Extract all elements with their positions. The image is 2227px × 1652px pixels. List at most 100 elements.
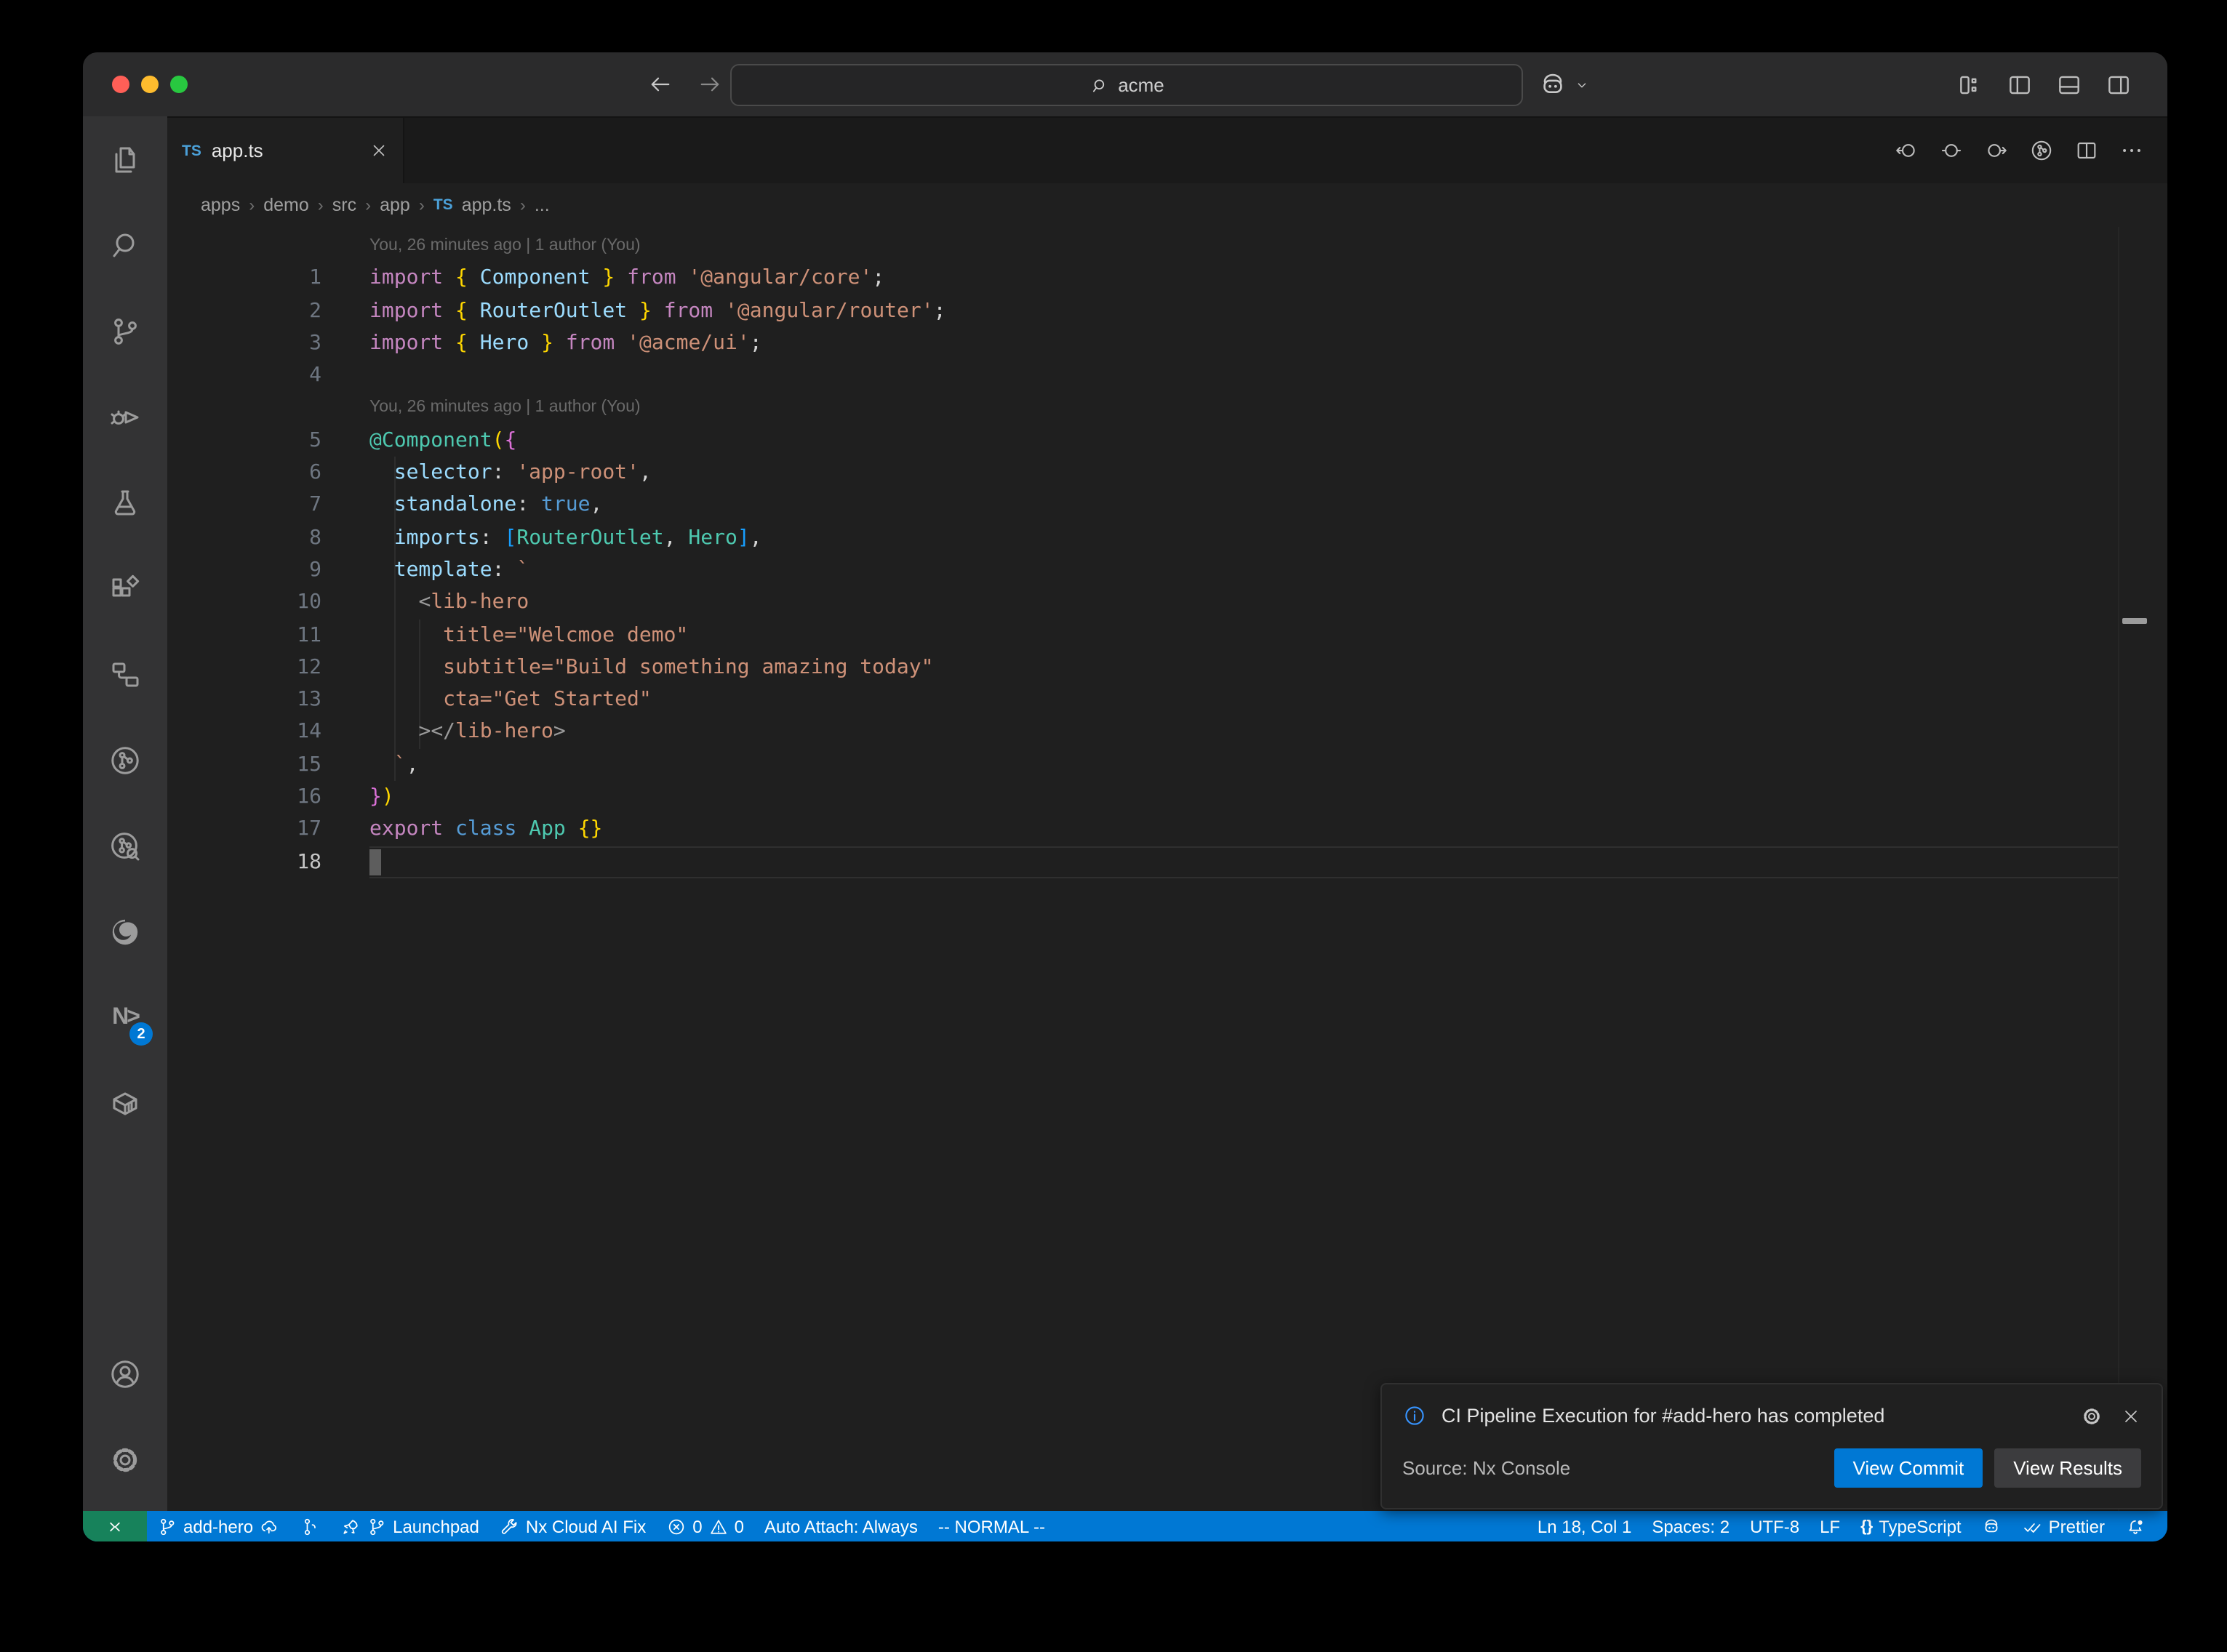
problems-status[interactable]: 00 xyxy=(656,1511,754,1541)
toggle-secondary-sidebar-button[interactable] xyxy=(2105,71,2132,98)
back-button[interactable] xyxy=(647,71,673,97)
breadcrumb-item-file[interactable]: app.ts xyxy=(462,195,511,215)
view-commit-button[interactable]: View Commit xyxy=(1834,1448,1983,1488)
indentation-status[interactable]: Spaces: 2 xyxy=(1642,1511,1740,1541)
line-number: 17 xyxy=(167,814,321,846)
code-line-18[interactable]: 18 xyxy=(167,846,2167,878)
language-status[interactable]: {}TypeScript xyxy=(1850,1511,1972,1541)
split-editor-button[interactable] xyxy=(2074,138,2099,163)
code-line-16[interactable]: 16}) xyxy=(167,781,2167,814)
code-line-12[interactable]: 12 subtitle="Build something amazing tod… xyxy=(167,651,2167,684)
code-line-1[interactable]: 1import { Component } from '@angular/cor… xyxy=(167,262,2167,295)
extensions-icon xyxy=(108,572,143,606)
activity-source-control[interactable] xyxy=(90,297,160,366)
encoding-status[interactable]: UTF-8 xyxy=(1740,1511,1810,1541)
gitlens-commit-graph-button[interactable] xyxy=(2029,138,2054,163)
line-number: 7 xyxy=(167,489,321,522)
activity-nx-console[interactable]: N>2 xyxy=(90,983,160,1053)
code-line-3[interactable]: 3import { Hero } from '@acme/ui'; xyxy=(167,327,2167,360)
command-center-search[interactable]: acme xyxy=(730,64,1523,106)
vim-mode-status[interactable]: -- NORMAL -- xyxy=(928,1511,1055,1541)
notification-close-icon[interactable] xyxy=(2121,1404,2141,1427)
code-line-14[interactable]: 14 ></lib-hero> xyxy=(167,716,2167,749)
gitlens-diff-next-button[interactable] xyxy=(1984,138,2009,163)
line-content: imports: [RouterOutlet, Hero], xyxy=(369,521,762,554)
code-line-7[interactable]: 7 standalone: true, xyxy=(167,489,2167,522)
code-line-11[interactable]: 11 title="Welcmoe demo" xyxy=(167,619,2167,651)
more-actions-button[interactable] xyxy=(2119,138,2144,163)
activity-settings[interactable] xyxy=(90,1425,160,1495)
line-number: 13 xyxy=(167,683,321,716)
activity-testing[interactable] xyxy=(90,468,160,538)
copilot-menu[interactable] xyxy=(1538,52,1590,116)
forward-button[interactable] xyxy=(697,71,723,97)
code-editor[interactable]: You, 26 minutes ago | 1 author (You)1imp… xyxy=(167,227,2167,1511)
activity-gitlens[interactable] xyxy=(90,726,160,795)
nx-cloud-ai-fix-status[interactable]: Nx Cloud AI Fix xyxy=(489,1511,656,1541)
overview-ruler[interactable] xyxy=(2118,227,2167,1511)
activity-search[interactable] xyxy=(90,211,160,281)
blame-annotation[interactable]: You, 26 minutes ago | 1 author (You) xyxy=(167,230,2167,262)
breadcrumb-item-apps[interactable]: apps xyxy=(201,195,240,215)
notification-settings-icon[interactable] xyxy=(2080,1404,2103,1427)
view-results-button[interactable]: View Results xyxy=(1994,1448,2141,1488)
line-content: export class App {} xyxy=(369,814,602,846)
gitlens-diff-previous-button[interactable] xyxy=(1894,138,1919,163)
remote-indicator[interactable] xyxy=(83,1511,147,1541)
activity-edge-devtools[interactable] xyxy=(90,897,160,967)
toggle-panel-button[interactable] xyxy=(2055,71,2083,98)
info-icon xyxy=(1402,1403,1427,1428)
code-line-9[interactable]: 9 template: ` xyxy=(167,554,2167,587)
tab-app-ts[interactable]: TS app.ts xyxy=(167,118,404,183)
activity-extensions[interactable] xyxy=(90,554,160,624)
breadcrumb-symbol-ellipsis[interactable]: ... xyxy=(535,195,550,215)
workbench: N>2 TS app.ts apps›demo›src›app›TSapp.ts… xyxy=(83,116,2167,1511)
prettier-status[interactable]: Prettier xyxy=(2012,1511,2115,1541)
breadcrumb-item-src[interactable]: src xyxy=(332,195,356,215)
launchpad-status[interactable]: Launchpad xyxy=(330,1511,489,1541)
toggle-primary-sidebar-button[interactable] xyxy=(2006,71,2034,98)
breadcrumb[interactable]: apps›demo›src›app›TSapp.ts›... xyxy=(167,183,2167,227)
activity-gitlens-inspect[interactable] xyxy=(90,811,160,881)
window-controls[interactable] xyxy=(112,76,188,93)
code-line-15[interactable]: 15 `, xyxy=(167,749,2167,782)
code-line-17[interactable]: 17 export class App {} xyxy=(167,814,2167,846)
command-center-text: acme xyxy=(1118,74,1164,96)
activity-bar: N>2 xyxy=(83,116,167,1511)
code-line-2[interactable]: 2import { RouterOutlet } from '@angular/… xyxy=(167,294,2167,327)
line-number: 9 xyxy=(167,554,321,587)
code-line-10[interactable]: 10 <lib-hero xyxy=(167,587,2167,620)
code-line-8[interactable]: 8 imports: [RouterOutlet, Hero], xyxy=(167,521,2167,554)
git-branch-status[interactable]: add-hero xyxy=(147,1511,289,1541)
code-line-13[interactable]: 13 cta="Get Started" xyxy=(167,683,2167,716)
zoom-window-button[interactable] xyxy=(170,76,188,93)
edge-icon xyxy=(108,915,143,950)
tab-close-icon[interactable] xyxy=(369,141,388,160)
activity-run-debug[interactable] xyxy=(90,382,160,452)
notification-source: Source: Nx Console xyxy=(1402,1457,1823,1479)
code-line-6[interactable]: 6 selector: 'app-root', xyxy=(167,457,2167,489)
close-window-button[interactable] xyxy=(112,76,129,93)
activity-project-graph[interactable] xyxy=(90,640,160,710)
eol-status[interactable]: LF xyxy=(1810,1511,1850,1541)
gitlens-open-changes-button[interactable] xyxy=(1939,138,1964,163)
minimize-window-button[interactable] xyxy=(141,76,159,93)
customize-layout-button[interactable] xyxy=(1956,71,1984,98)
cursor-position-status[interactable]: Ln 18, Col 1 xyxy=(1527,1511,1642,1541)
commit-graph-status[interactable] xyxy=(289,1511,330,1541)
line-content: standalone: true, xyxy=(369,489,602,522)
copilot-status[interactable] xyxy=(1972,1511,2012,1541)
code-line-5[interactable]: 5@Component({ xyxy=(167,425,2167,457)
line-number: 5 xyxy=(167,425,321,457)
breadcrumb-item-app[interactable]: app xyxy=(380,195,410,215)
blame-annotation[interactable]: You, 26 minutes ago | 1 author (You) xyxy=(167,392,2167,425)
activity-containers[interactable] xyxy=(90,1069,160,1139)
cloud-upload-icon xyxy=(259,1516,279,1536)
activity-accounts[interactable] xyxy=(90,1339,160,1409)
auto-attach-status[interactable]: Auto Attach: Always xyxy=(754,1511,928,1541)
breadcrumb-item-demo[interactable]: demo xyxy=(263,195,309,215)
code-line-4[interactable]: 4 xyxy=(167,359,2167,392)
activity-explorer[interactable] xyxy=(90,125,160,195)
title-bar: acme xyxy=(83,52,2167,116)
notifications-bell[interactable] xyxy=(2115,1511,2156,1541)
